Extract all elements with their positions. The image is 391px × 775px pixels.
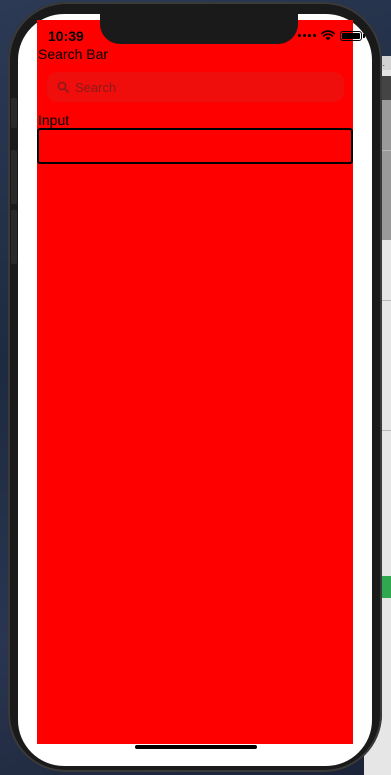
battery-icon	[340, 30, 365, 41]
status-icons	[298, 30, 365, 41]
volume-up-button	[11, 150, 17, 204]
volume-down-button	[11, 210, 17, 264]
home-indicator[interactable]	[135, 745, 257, 749]
status-time: 10:39	[48, 28, 84, 44]
text-input-field[interactable]	[37, 128, 353, 164]
input-section-label: Input	[38, 112, 70, 128]
wifi-icon	[321, 30, 335, 41]
signal-icon	[298, 34, 316, 37]
device-notch	[100, 12, 298, 44]
mute-switch	[11, 98, 17, 128]
search-icon	[57, 81, 69, 93]
search-input[interactable]	[75, 79, 335, 95]
search-bar[interactable]	[47, 72, 344, 102]
search-bar-section-label: Search Bar	[38, 46, 109, 62]
